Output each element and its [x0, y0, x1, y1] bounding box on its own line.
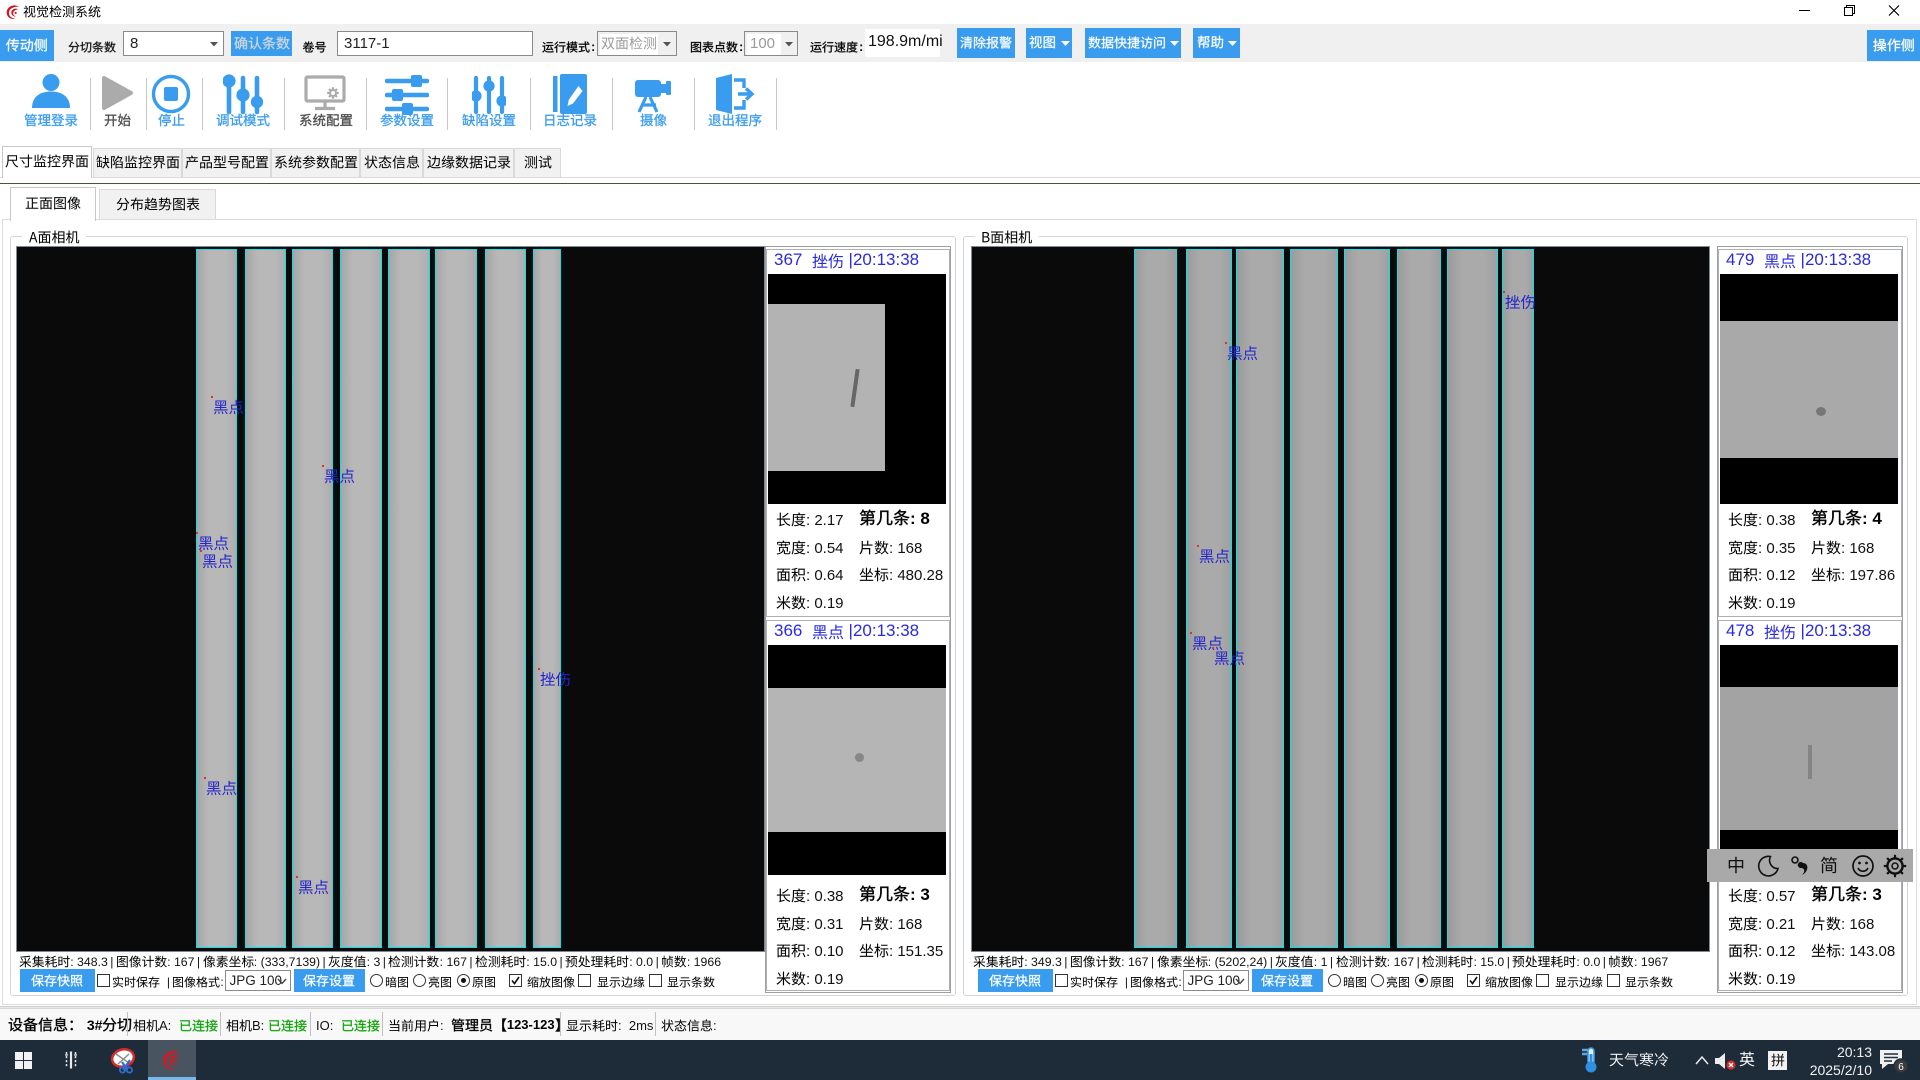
- svg-text:6: 6: [1898, 1062, 1904, 1073]
